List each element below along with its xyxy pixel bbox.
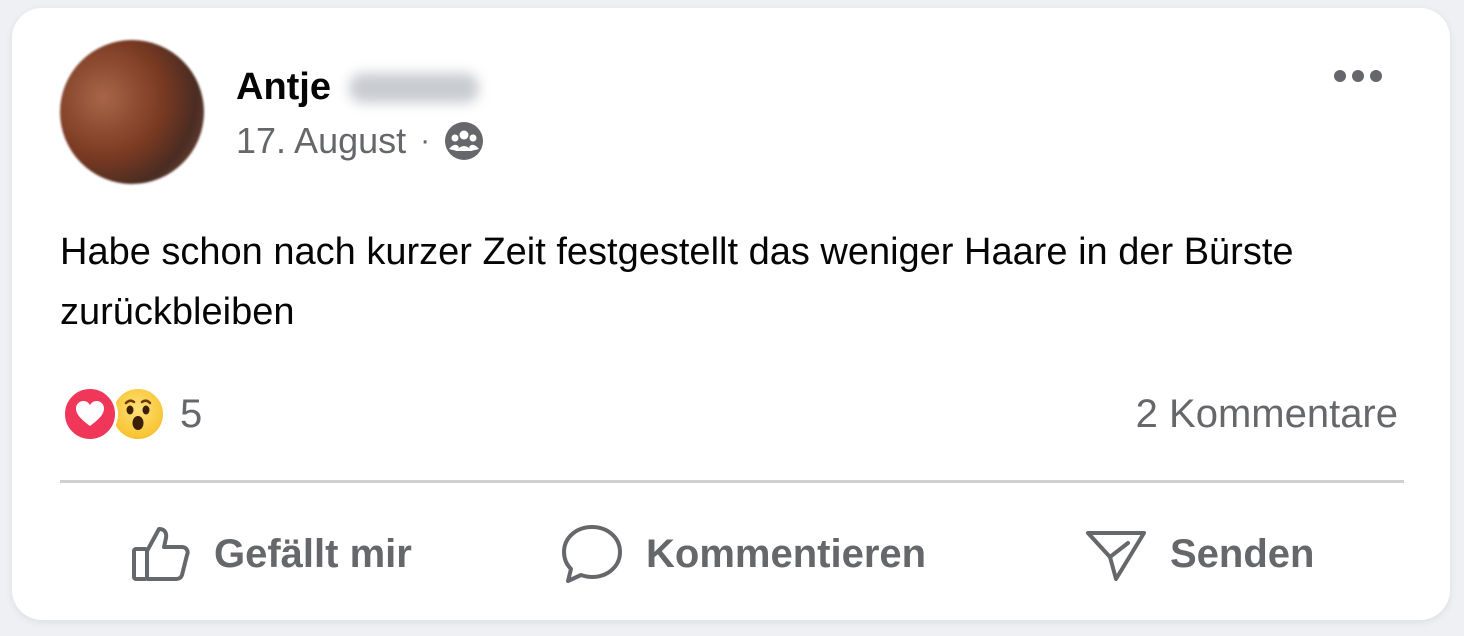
comment-label: Kommentieren (646, 531, 927, 576)
blurred-surname (349, 72, 479, 103)
avatar[interactable] (60, 40, 204, 184)
group-icon[interactable] (444, 121, 484, 161)
like-label: Gefällt mir (214, 531, 412, 576)
post-card: Antje 17. August · Habe schon nach kurze… (12, 8, 1450, 620)
comments-count[interactable]: 2 Kommentare (1136, 392, 1398, 437)
reactions-summary[interactable]: 5 (62, 386, 202, 442)
like-button[interactable]: Gefällt mir (130, 518, 412, 590)
divider (60, 480, 1404, 483)
comment-button[interactable]: Kommentieren (560, 518, 926, 590)
post-text: Habe schon nach kurzer Zeit festgestellt… (60, 231, 1294, 333)
send-label: Senden (1170, 531, 1315, 576)
author-row: Antje (236, 66, 479, 109)
thumbs-up-icon (130, 523, 192, 585)
love-reaction-icon (62, 386, 118, 442)
post-date[interactable]: 17. August (236, 120, 406, 162)
comment-bubble-icon (560, 523, 624, 585)
author-name[interactable]: Antje (236, 66, 331, 109)
more-options-icon[interactable] (1334, 70, 1382, 82)
send-button[interactable]: Senden (1084, 518, 1314, 590)
meta-separator: · (420, 124, 431, 157)
send-icon (1084, 523, 1148, 585)
post-meta: 17. August · (236, 120, 484, 162)
wow-reaction-icon (110, 386, 166, 442)
reaction-count: 5 (180, 391, 203, 436)
